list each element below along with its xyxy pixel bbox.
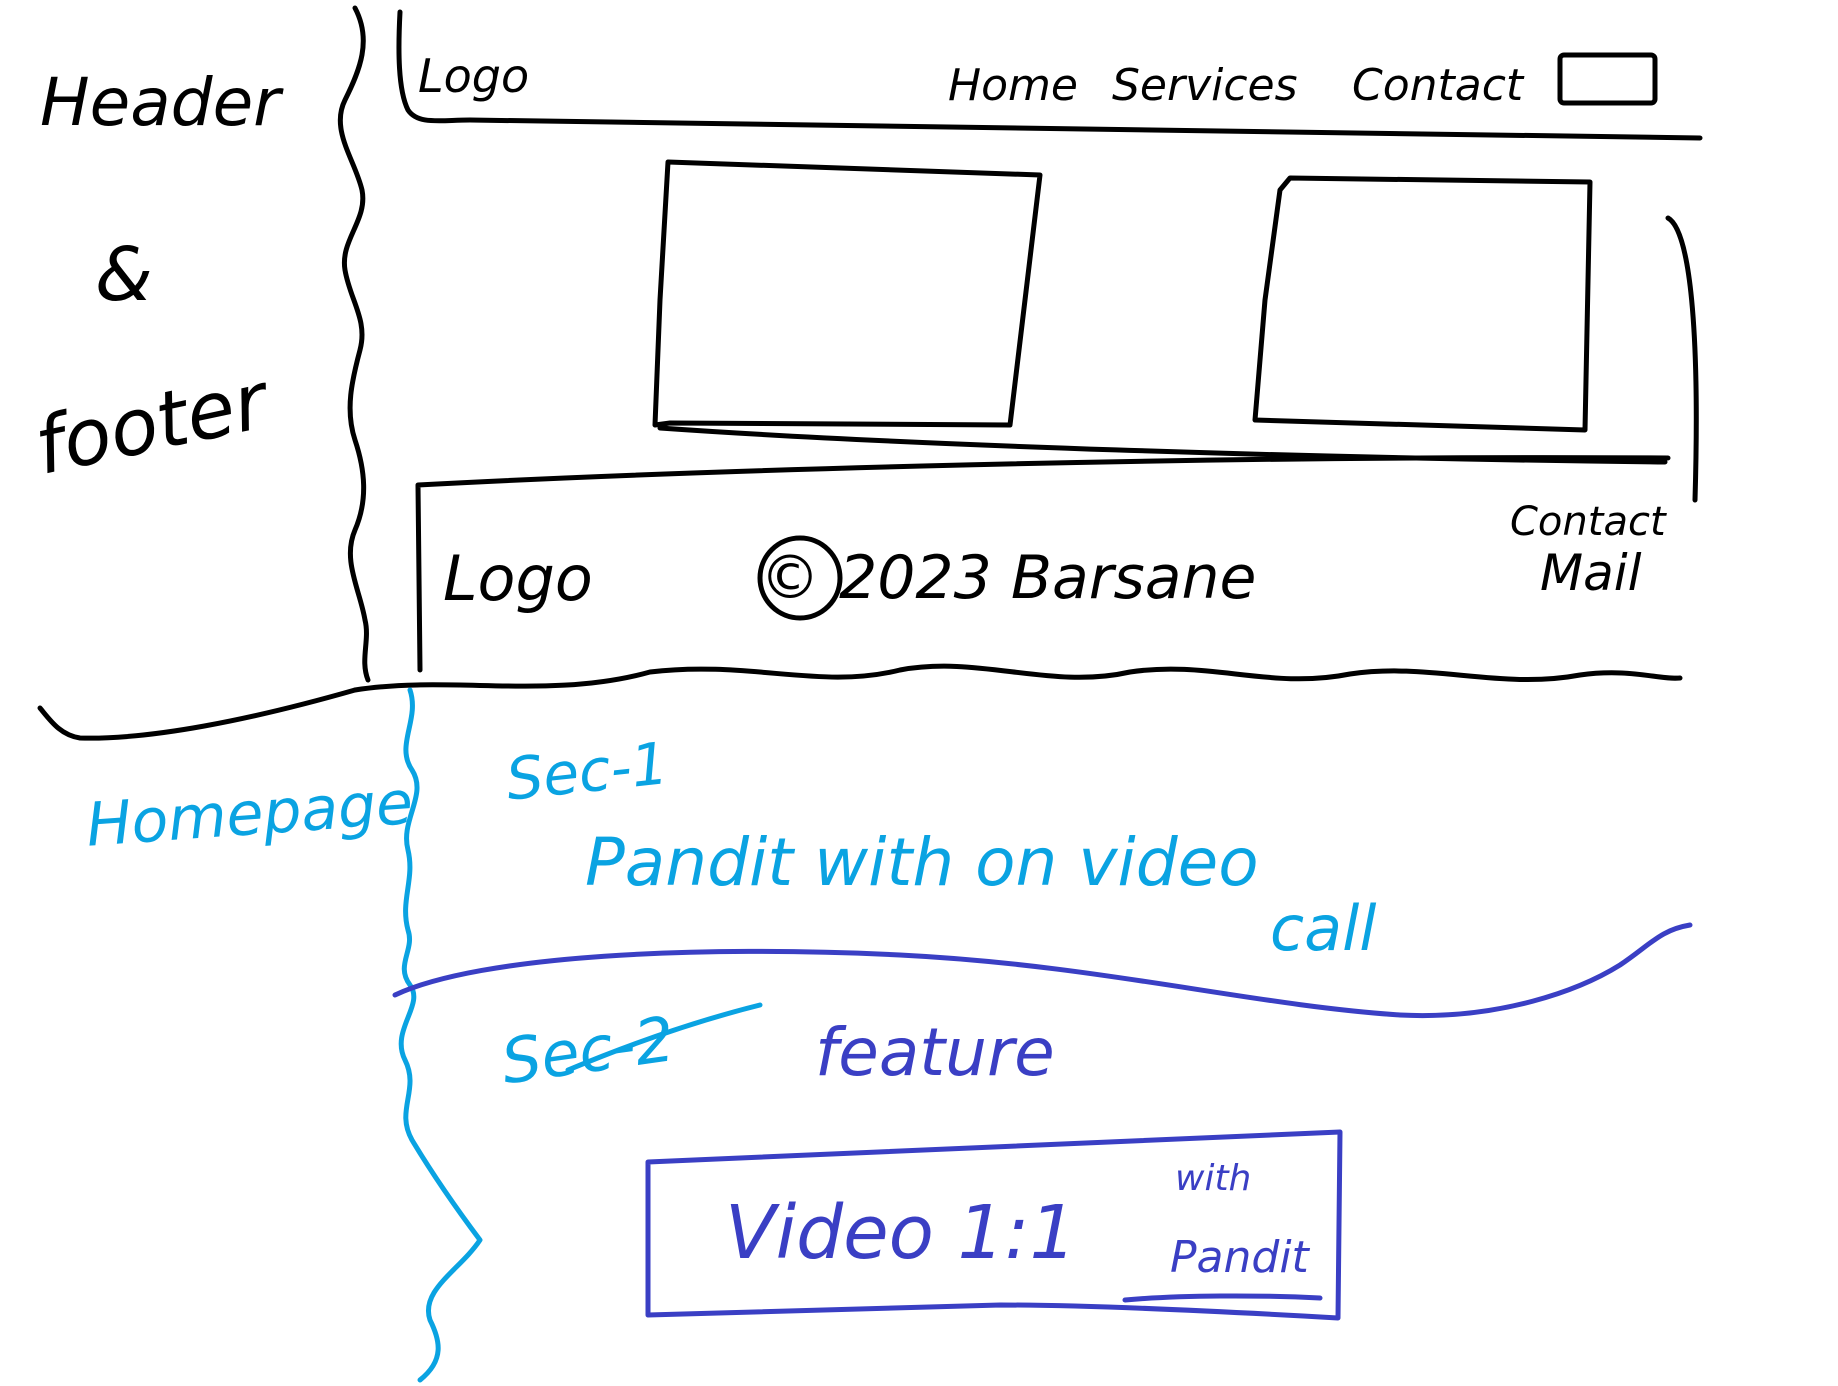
nav-services: Services [1112,60,1298,111]
right-bracket [1665,215,1699,503]
nav-contact: Contact [1352,60,1525,111]
sec1-title: Sec-1 [503,729,671,814]
sec2-title: Sec-2 [497,1002,679,1098]
footer-bottom-line [352,663,1683,693]
side-label-line2: & [95,232,153,318]
with-pandit-underline [1122,1293,1323,1303]
section-divider-curve [392,922,1693,1019]
homepage-label: Homepage [84,768,415,861]
sec2-feature: feature [815,1014,1055,1091]
footer-contact: Contact [1510,499,1667,545]
image-placeholder-1 [652,159,1043,428]
image-placeholder-2 [1252,175,1593,433]
header-logo: Logo [418,49,529,103]
footer-logo: Logo [443,542,593,615]
sec1-line1: Pandit with on video [585,824,1259,901]
header-search-box [1557,52,1658,106]
homepage-wavy-divider [398,687,483,1383]
side-label-line3: footer [28,355,280,493]
video-box-sub1: with [1175,1158,1251,1199]
footer-copyright: © 2023 Barsane [760,543,1256,613]
video-box-main: Video 1:1 [725,1190,1077,1276]
section-divider-left [37,687,358,741]
sec1-line2: call [1270,892,1377,965]
side-label-line1: Header [40,64,284,141]
nav-home: Home [948,60,1078,111]
vertical-divider [337,5,371,683]
footer-mail: Mail [1540,544,1642,602]
video-box-sub2: Pandit [1170,1232,1311,1283]
wireframe-sketch: Header & footer Logo Home Services Conta… [28,5,1703,1383]
